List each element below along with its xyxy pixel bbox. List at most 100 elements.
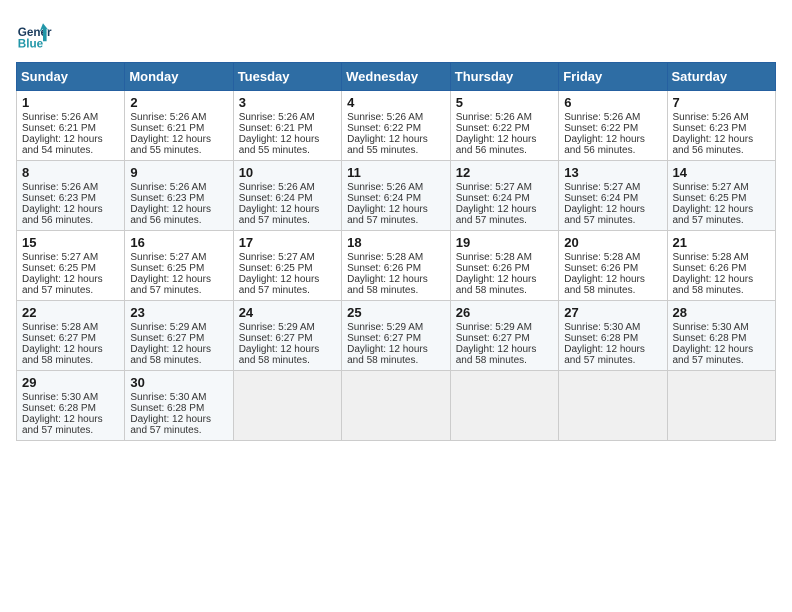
table-row: 24 Sunrise: 5:29 AM Sunset: 6:27 PM Dayl… bbox=[233, 301, 341, 371]
day-number: 3 bbox=[239, 95, 336, 110]
weekday-header: Wednesday bbox=[342, 63, 451, 91]
sunset-label: Sunset: 6:27 PM bbox=[456, 333, 530, 344]
table-row: 22 Sunrise: 5:28 AM Sunset: 6:27 PM Dayl… bbox=[17, 301, 125, 371]
daylight-label: Daylight: 12 hours and 57 minutes. bbox=[673, 204, 754, 226]
day-number: 25 bbox=[347, 305, 445, 320]
daylight-label: Daylight: 12 hours and 55 minutes. bbox=[239, 134, 320, 156]
table-row: 12 Sunrise: 5:27 AM Sunset: 6:24 PM Dayl… bbox=[450, 161, 558, 231]
table-row: 11 Sunrise: 5:26 AM Sunset: 6:24 PM Dayl… bbox=[342, 161, 451, 231]
table-row bbox=[342, 371, 451, 441]
day-number: 15 bbox=[22, 235, 119, 250]
table-row: 4 Sunrise: 5:26 AM Sunset: 6:22 PM Dayli… bbox=[342, 91, 451, 161]
sunrise-label: Sunrise: 5:30 AM bbox=[22, 392, 98, 403]
sunset-label: Sunset: 6:28 PM bbox=[564, 333, 638, 344]
sunrise-label: Sunrise: 5:27 AM bbox=[564, 182, 640, 193]
sunset-label: Sunset: 6:26 PM bbox=[347, 263, 421, 274]
table-row: 7 Sunrise: 5:26 AM Sunset: 6:23 PM Dayli… bbox=[667, 91, 776, 161]
daylight-label: Daylight: 12 hours and 58 minutes. bbox=[347, 274, 428, 296]
table-row: 17 Sunrise: 5:27 AM Sunset: 6:25 PM Dayl… bbox=[233, 231, 341, 301]
calendar-week-row: 8 Sunrise: 5:26 AM Sunset: 6:23 PM Dayli… bbox=[17, 161, 776, 231]
day-number: 7 bbox=[673, 95, 771, 110]
table-row: 9 Sunrise: 5:26 AM Sunset: 6:23 PM Dayli… bbox=[125, 161, 233, 231]
sunrise-label: Sunrise: 5:29 AM bbox=[347, 322, 423, 333]
daylight-label: Daylight: 12 hours and 58 minutes. bbox=[456, 274, 537, 296]
day-number: 30 bbox=[130, 375, 227, 390]
daylight-label: Daylight: 12 hours and 57 minutes. bbox=[239, 274, 320, 296]
sunset-label: Sunset: 6:27 PM bbox=[22, 333, 96, 344]
day-number: 4 bbox=[347, 95, 445, 110]
daylight-label: Daylight: 12 hours and 55 minutes. bbox=[130, 134, 211, 156]
table-row: 13 Sunrise: 5:27 AM Sunset: 6:24 PM Dayl… bbox=[559, 161, 667, 231]
daylight-label: Daylight: 12 hours and 56 minutes. bbox=[22, 204, 103, 226]
sunrise-label: Sunrise: 5:27 AM bbox=[456, 182, 532, 193]
daylight-label: Daylight: 12 hours and 58 minutes. bbox=[22, 344, 103, 366]
day-number: 11 bbox=[347, 165, 445, 180]
table-row: 28 Sunrise: 5:30 AM Sunset: 6:28 PM Dayl… bbox=[667, 301, 776, 371]
sunset-label: Sunset: 6:28 PM bbox=[130, 403, 204, 414]
daylight-label: Daylight: 12 hours and 58 minutes. bbox=[239, 344, 320, 366]
daylight-label: Daylight: 12 hours and 58 minutes. bbox=[564, 274, 645, 296]
sunset-label: Sunset: 6:27 PM bbox=[130, 333, 204, 344]
daylight-label: Daylight: 12 hours and 56 minutes. bbox=[673, 134, 754, 156]
day-number: 20 bbox=[564, 235, 661, 250]
sunset-label: Sunset: 6:26 PM bbox=[456, 263, 530, 274]
day-number: 16 bbox=[130, 235, 227, 250]
daylight-label: Daylight: 12 hours and 55 minutes. bbox=[347, 134, 428, 156]
sunrise-label: Sunrise: 5:26 AM bbox=[347, 112, 423, 123]
table-row: 25 Sunrise: 5:29 AM Sunset: 6:27 PM Dayl… bbox=[342, 301, 451, 371]
sunset-label: Sunset: 6:24 PM bbox=[239, 193, 313, 204]
sunrise-label: Sunrise: 5:26 AM bbox=[673, 112, 749, 123]
sunrise-label: Sunrise: 5:27 AM bbox=[239, 252, 315, 263]
day-number: 19 bbox=[456, 235, 553, 250]
sunset-label: Sunset: 6:25 PM bbox=[673, 193, 747, 204]
sunrise-label: Sunrise: 5:26 AM bbox=[239, 182, 315, 193]
sunset-label: Sunset: 6:28 PM bbox=[22, 403, 96, 414]
sunset-label: Sunset: 6:22 PM bbox=[456, 123, 530, 134]
calendar-week-row: 15 Sunrise: 5:27 AM Sunset: 6:25 PM Dayl… bbox=[17, 231, 776, 301]
sunrise-label: Sunrise: 5:26 AM bbox=[239, 112, 315, 123]
table-row: 5 Sunrise: 5:26 AM Sunset: 6:22 PM Dayli… bbox=[450, 91, 558, 161]
sunrise-label: Sunrise: 5:30 AM bbox=[130, 392, 206, 403]
daylight-label: Daylight: 12 hours and 57 minutes. bbox=[22, 414, 103, 436]
weekday-header: Monday bbox=[125, 63, 233, 91]
day-number: 17 bbox=[239, 235, 336, 250]
sunrise-label: Sunrise: 5:27 AM bbox=[130, 252, 206, 263]
daylight-label: Daylight: 12 hours and 56 minutes. bbox=[130, 204, 211, 226]
sunset-label: Sunset: 6:21 PM bbox=[22, 123, 96, 134]
sunset-label: Sunset: 6:23 PM bbox=[22, 193, 96, 204]
daylight-label: Daylight: 12 hours and 57 minutes. bbox=[130, 274, 211, 296]
day-number: 28 bbox=[673, 305, 771, 320]
sunrise-label: Sunrise: 5:30 AM bbox=[673, 322, 749, 333]
table-row: 18 Sunrise: 5:28 AM Sunset: 6:26 PM Dayl… bbox=[342, 231, 451, 301]
day-number: 14 bbox=[673, 165, 771, 180]
day-number: 12 bbox=[456, 165, 553, 180]
sunrise-label: Sunrise: 5:26 AM bbox=[130, 112, 206, 123]
calendar-week-row: 22 Sunrise: 5:28 AM Sunset: 6:27 PM Dayl… bbox=[17, 301, 776, 371]
table-row: 14 Sunrise: 5:27 AM Sunset: 6:25 PM Dayl… bbox=[667, 161, 776, 231]
daylight-label: Daylight: 12 hours and 58 minutes. bbox=[673, 274, 754, 296]
sunrise-label: Sunrise: 5:26 AM bbox=[130, 182, 206, 193]
sunrise-label: Sunrise: 5:26 AM bbox=[22, 182, 98, 193]
header: General Blue bbox=[16, 16, 776, 52]
table-row: 20 Sunrise: 5:28 AM Sunset: 6:26 PM Dayl… bbox=[559, 231, 667, 301]
daylight-label: Daylight: 12 hours and 58 minutes. bbox=[456, 344, 537, 366]
table-row: 16 Sunrise: 5:27 AM Sunset: 6:25 PM Dayl… bbox=[125, 231, 233, 301]
sunrise-label: Sunrise: 5:30 AM bbox=[564, 322, 640, 333]
table-row bbox=[667, 371, 776, 441]
weekday-header-row: SundayMondayTuesdayWednesdayThursdayFrid… bbox=[17, 63, 776, 91]
day-number: 26 bbox=[456, 305, 553, 320]
day-number: 8 bbox=[22, 165, 119, 180]
sunrise-label: Sunrise: 5:29 AM bbox=[456, 322, 532, 333]
weekday-header: Thursday bbox=[450, 63, 558, 91]
sunrise-label: Sunrise: 5:29 AM bbox=[239, 322, 315, 333]
calendar-week-row: 29 Sunrise: 5:30 AM Sunset: 6:28 PM Dayl… bbox=[17, 371, 776, 441]
sunrise-label: Sunrise: 5:26 AM bbox=[22, 112, 98, 123]
table-row: 6 Sunrise: 5:26 AM Sunset: 6:22 PM Dayli… bbox=[559, 91, 667, 161]
table-row: 19 Sunrise: 5:28 AM Sunset: 6:26 PM Dayl… bbox=[450, 231, 558, 301]
sunset-label: Sunset: 6:26 PM bbox=[564, 263, 638, 274]
daylight-label: Daylight: 12 hours and 57 minutes. bbox=[239, 204, 320, 226]
sunrise-label: Sunrise: 5:27 AM bbox=[22, 252, 98, 263]
table-row bbox=[559, 371, 667, 441]
sunrise-label: Sunrise: 5:28 AM bbox=[347, 252, 423, 263]
logo: General Blue bbox=[16, 16, 52, 52]
